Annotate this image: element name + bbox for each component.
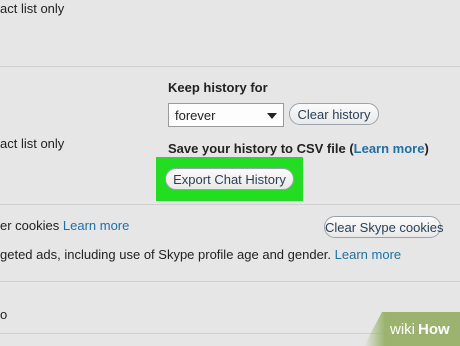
save-history-label: Save your history to CSV file (Learn mor… [168,141,429,156]
divider [0,204,460,205]
bottom-option-text: o [0,307,8,322]
keep-history-label: Keep history for [168,80,268,95]
keep-history-select-value: forever [175,108,216,123]
chevron-down-icon [267,113,277,119]
cookies-label: er cookies [0,218,60,233]
targeted-ads-label: geted ads, including use of Skype profil… [0,247,332,262]
cookies-text: er cookies Learn more [0,218,129,233]
clear-skype-cookies-button[interactable]: Clear Skype cookies [324,216,444,238]
save-history-text-end: ) [424,141,429,156]
save-history-learn-more-link[interactable]: Learn more [354,141,425,156]
watermark-how: How [418,321,450,338]
targeted-ads-learn-more-link[interactable]: Learn more [335,247,401,262]
clear-history-button[interactable]: Clear history [289,103,379,125]
privacy-settings-panel: act list only Keep history for forever C… [0,0,460,346]
export-chat-history-button[interactable]: Export Chat History [165,168,294,190]
contact-list-only-option-top[interactable]: act list only [0,1,64,16]
targeted-ads-text: geted ads, including use of Skype profil… [0,247,401,262]
save-history-text: Save your history to CSV file ( [168,141,354,156]
wikihow-watermark: wiki How [364,312,460,346]
contact-list-only-option-history[interactable]: act list only [0,136,64,151]
divider [0,66,460,67]
divider [0,281,460,282]
watermark-wiki: wiki [390,321,415,338]
keep-history-select[interactable]: forever [168,103,284,127]
cookies-learn-more-link[interactable]: Learn more [63,218,129,233]
